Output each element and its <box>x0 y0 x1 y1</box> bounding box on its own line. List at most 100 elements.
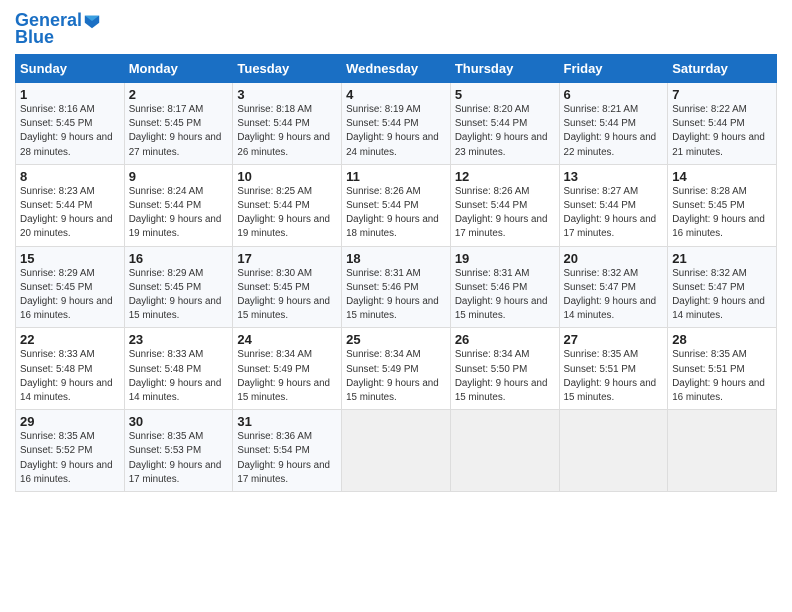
page: General Blue SundayMondayTuesdayWednesda… <box>0 0 792 612</box>
day-number: 12 <box>455 169 555 184</box>
calendar-cell: 11Sunrise: 8:26 AMSunset: 5:44 PMDayligh… <box>342 164 451 246</box>
day-number: 29 <box>20 414 120 429</box>
calendar-cell: 17Sunrise: 8:30 AMSunset: 5:45 PMDayligh… <box>233 246 342 328</box>
calendar-header-row: SundayMondayTuesdayWednesdayThursdayFrid… <box>16 55 777 83</box>
day-number: 24 <box>237 332 337 347</box>
day-number: 10 <box>237 169 337 184</box>
calendar-cell: 9Sunrise: 8:24 AMSunset: 5:44 PMDaylight… <box>124 164 233 246</box>
calendar-cell: 10Sunrise: 8:25 AMSunset: 5:44 PMDayligh… <box>233 164 342 246</box>
day-number: 9 <box>129 169 229 184</box>
day-info: Sunrise: 8:21 AMSunset: 5:44 PMDaylight:… <box>564 103 664 160</box>
weekday-header: Monday <box>124 55 233 83</box>
day-info: Sunrise: 8:27 AMSunset: 5:44 PMDaylight:… <box>564 185 664 242</box>
day-number: 7 <box>672 87 772 102</box>
logo: General Blue <box>15 10 101 48</box>
day-info: Sunrise: 8:31 AMSunset: 5:46 PMDaylight:… <box>346 267 446 324</box>
weekday-header: Tuesday <box>233 55 342 83</box>
calendar-cell: 13Sunrise: 8:27 AMSunset: 5:44 PMDayligh… <box>559 164 668 246</box>
calendar-cell: 4Sunrise: 8:19 AMSunset: 5:44 PMDaylight… <box>342 83 451 165</box>
day-info: Sunrise: 8:32 AMSunset: 5:47 PMDaylight:… <box>672 267 772 324</box>
day-info: Sunrise: 8:16 AMSunset: 5:45 PMDaylight:… <box>20 103 120 160</box>
day-info: Sunrise: 8:26 AMSunset: 5:44 PMDaylight:… <box>455 185 555 242</box>
header: General Blue <box>15 10 777 48</box>
day-number: 31 <box>237 414 337 429</box>
day-info: Sunrise: 8:25 AMSunset: 5:44 PMDaylight:… <box>237 185 337 242</box>
calendar-cell: 24Sunrise: 8:34 AMSunset: 5:49 PMDayligh… <box>233 328 342 410</box>
day-number: 5 <box>455 87 555 102</box>
calendar-cell: 22Sunrise: 8:33 AMSunset: 5:48 PMDayligh… <box>16 328 125 410</box>
day-number: 21 <box>672 251 772 266</box>
day-number: 20 <box>564 251 664 266</box>
calendar-cell: 19Sunrise: 8:31 AMSunset: 5:46 PMDayligh… <box>450 246 559 328</box>
calendar-cell: 21Sunrise: 8:32 AMSunset: 5:47 PMDayligh… <box>668 246 777 328</box>
calendar-cell <box>559 410 668 492</box>
day-number: 6 <box>564 87 664 102</box>
day-number: 15 <box>20 251 120 266</box>
calendar-cell: 1Sunrise: 8:16 AMSunset: 5:45 PMDaylight… <box>16 83 125 165</box>
day-info: Sunrise: 8:28 AMSunset: 5:45 PMDaylight:… <box>672 185 772 242</box>
day-number: 17 <box>237 251 337 266</box>
day-info: Sunrise: 8:36 AMSunset: 5:54 PMDaylight:… <box>237 430 337 487</box>
day-number: 28 <box>672 332 772 347</box>
day-number: 23 <box>129 332 229 347</box>
day-number: 14 <box>672 169 772 184</box>
day-number: 2 <box>129 87 229 102</box>
calendar-cell: 3Sunrise: 8:18 AMSunset: 5:44 PMDaylight… <box>233 83 342 165</box>
day-number: 1 <box>20 87 120 102</box>
day-info: Sunrise: 8:19 AMSunset: 5:44 PMDaylight:… <box>346 103 446 160</box>
day-number: 16 <box>129 251 229 266</box>
day-info: Sunrise: 8:33 AMSunset: 5:48 PMDaylight:… <box>129 348 229 405</box>
calendar-cell: 14Sunrise: 8:28 AMSunset: 5:45 PMDayligh… <box>668 164 777 246</box>
day-info: Sunrise: 8:34 AMSunset: 5:49 PMDaylight:… <box>346 348 446 405</box>
calendar-cell: 2Sunrise: 8:17 AMSunset: 5:45 PMDaylight… <box>124 83 233 165</box>
calendar-cell: 15Sunrise: 8:29 AMSunset: 5:45 PMDayligh… <box>16 246 125 328</box>
day-info: Sunrise: 8:29 AMSunset: 5:45 PMDaylight:… <box>20 267 120 324</box>
day-info: Sunrise: 8:30 AMSunset: 5:45 PMDaylight:… <box>237 267 337 324</box>
calendar-cell: 28Sunrise: 8:35 AMSunset: 5:51 PMDayligh… <box>668 328 777 410</box>
day-info: Sunrise: 8:26 AMSunset: 5:44 PMDaylight:… <box>346 185 446 242</box>
calendar-week-row: 1Sunrise: 8:16 AMSunset: 5:45 PMDaylight… <box>16 83 777 165</box>
day-number: 30 <box>129 414 229 429</box>
logo-arrow-icon <box>83 12 101 30</box>
day-info: Sunrise: 8:35 AMSunset: 5:51 PMDaylight:… <box>672 348 772 405</box>
day-info: Sunrise: 8:35 AMSunset: 5:52 PMDaylight:… <box>20 430 120 487</box>
calendar-cell <box>342 410 451 492</box>
calendar-cell: 27Sunrise: 8:35 AMSunset: 5:51 PMDayligh… <box>559 328 668 410</box>
calendar-cell: 26Sunrise: 8:34 AMSunset: 5:50 PMDayligh… <box>450 328 559 410</box>
weekday-header: Sunday <box>16 55 125 83</box>
day-number: 8 <box>20 169 120 184</box>
calendar-cell: 7Sunrise: 8:22 AMSunset: 5:44 PMDaylight… <box>668 83 777 165</box>
calendar-cell: 8Sunrise: 8:23 AMSunset: 5:44 PMDaylight… <box>16 164 125 246</box>
day-info: Sunrise: 8:35 AMSunset: 5:53 PMDaylight:… <box>129 430 229 487</box>
calendar-cell: 5Sunrise: 8:20 AMSunset: 5:44 PMDaylight… <box>450 83 559 165</box>
day-info: Sunrise: 8:23 AMSunset: 5:44 PMDaylight:… <box>20 185 120 242</box>
day-number: 18 <box>346 251 446 266</box>
calendar-cell: 12Sunrise: 8:26 AMSunset: 5:44 PMDayligh… <box>450 164 559 246</box>
calendar-cell: 20Sunrise: 8:32 AMSunset: 5:47 PMDayligh… <box>559 246 668 328</box>
day-number: 19 <box>455 251 555 266</box>
day-number: 26 <box>455 332 555 347</box>
day-info: Sunrise: 8:35 AMSunset: 5:51 PMDaylight:… <box>564 348 664 405</box>
calendar-week-row: 22 Sunrise: 8:33 AMSunset: 5:48 PMDayligh… <box>16 328 777 410</box>
calendar-cell: 25Sunrise: 8:34 AMSunset: 5:49 PMDayligh… <box>342 328 451 410</box>
day-number: 13 <box>564 169 664 184</box>
day-number: 22 <box>20 332 120 347</box>
weekday-header: Wednesday <box>342 55 451 83</box>
day-info: Sunrise: 8:22 AMSunset: 5:44 PMDaylight:… <box>672 103 772 160</box>
calendar-cell: 16Sunrise: 8:29 AMSunset: 5:45 PMDayligh… <box>124 246 233 328</box>
day-info: Sunrise: 8:18 AMSunset: 5:44 PMDaylight:… <box>237 103 337 160</box>
calendar-cell: 6Sunrise: 8:21 AMSunset: 5:44 PMDaylight… <box>559 83 668 165</box>
weekday-header: Friday <box>559 55 668 83</box>
calendar-table: SundayMondayTuesdayWednesdayThursdayFrid… <box>15 54 777 492</box>
day-info: Sunrise: 8:20 AMSunset: 5:44 PMDaylight:… <box>455 103 555 160</box>
day-info: Sunrise: 8:24 AMSunset: 5:44 PMDaylight:… <box>129 185 229 242</box>
day-number: 3 <box>237 87 337 102</box>
calendar-cell: 29Sunrise: 8:35 AMSunset: 5:52 PMDayligh… <box>16 410 125 492</box>
day-number: 25 <box>346 332 446 347</box>
calendar-cell: 30Sunrise: 8:35 AMSunset: 5:53 PMDayligh… <box>124 410 233 492</box>
calendar-week-row: 29Sunrise: 8:35 AMSunset: 5:52 PMDayligh… <box>16 410 777 492</box>
day-info: Sunrise: 8:32 AMSunset: 5:47 PMDaylight:… <box>564 267 664 324</box>
calendar-week-row: 8Sunrise: 8:23 AMSunset: 5:44 PMDaylight… <box>16 164 777 246</box>
day-info: Sunrise: 8:34 AMSunset: 5:50 PMDaylight:… <box>455 348 555 405</box>
weekday-header: Saturday <box>668 55 777 83</box>
